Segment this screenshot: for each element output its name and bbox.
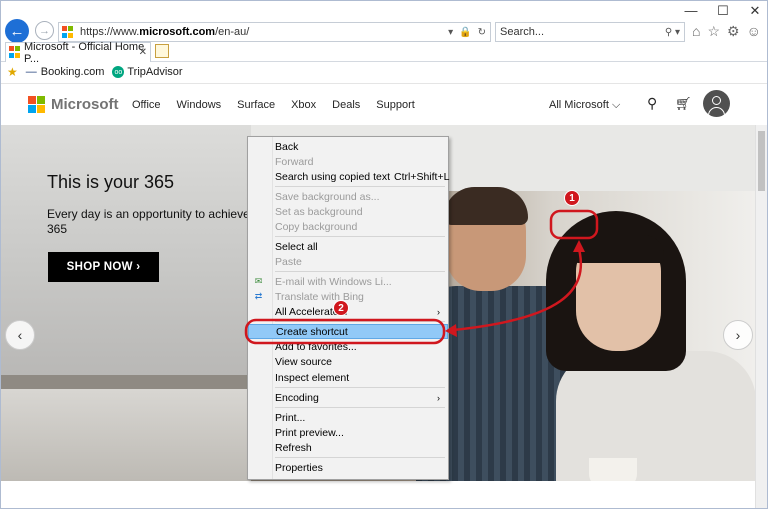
hero-subtitle-2: 365 [47,222,68,236]
favorites-bar: ★ — Booking.com oo TripAdvisor [1,63,767,81]
menu-separator [275,457,445,458]
step-1-badge: 1 [564,190,580,206]
nav-xbox[interactable]: Xbox [291,99,316,111]
menu-item-properties[interactable]: Properties [248,460,448,475]
maximize-icon[interactable]: ☐ [715,3,731,19]
home-icon[interactable]: ⌂ [692,23,700,40]
favorites-star-icon[interactable]: ☆ [707,23,720,40]
microsoft-logo-icon [28,96,45,113]
tab-close-icon[interactable]: ✕ [139,47,147,58]
favorite-booking[interactable]: — Booking.com [26,66,105,78]
menu-separator [275,387,445,388]
menu-item-inspect[interactable]: Inspect element [248,370,448,385]
nav-deals[interactable]: Deals [332,99,360,111]
chevron-left-icon: ‹ [17,327,23,343]
tab-title: Microsoft - Official Home P... [24,40,145,65]
menu-separator [275,186,445,187]
menu-item-print[interactable]: Print... [248,410,448,425]
menu-item-create-shortcut[interactable]: Create shortcut [248,324,448,339]
menu-item-back[interactable]: Back [248,139,448,154]
menu-item-email[interactable]: ✉ E-mail with Windows Li... [248,274,448,289]
scrollbar-thumb[interactable] [758,131,765,191]
arrow-left-icon: ← [9,22,25,40]
address-bar-icons: ▾ 🔒 ↻ [448,27,486,38]
shop-now-button[interactable]: SHOP NOW › [48,252,159,282]
lock-icon[interactable]: 🔒 [459,27,471,38]
nav-windows[interactable]: Windows [177,99,222,111]
nav-office[interactable]: Office [132,99,161,111]
hero-text: This is your 365 Every day is an opportu… [47,172,262,236]
menu-item-copy-background[interactable]: Copy background [248,219,448,234]
browser-window: — ☐ ✕ ← → https://www.microsoft.com/en-a… [0,0,768,509]
email-icon: ✉ [254,276,263,286]
tab-favicon [9,46,21,58]
hero-title: This is your 365 [47,172,175,192]
menu-item-add-favorites[interactable]: Add to favorites... [248,339,448,354]
search-icon[interactable]: ⚲ [647,95,657,112]
close-icon[interactable]: ✕ [747,3,763,19]
submenu-arrow-icon: › [437,306,440,317]
menu-item-forward[interactable]: Forward [248,154,448,169]
submenu-arrow-icon: › [437,392,440,403]
minimize-icon[interactable]: — [683,3,699,19]
arrow-right-icon: → [39,24,50,37]
url-text: https://www.microsoft.com/en-au/ [80,26,250,38]
forward-button[interactable]: → [35,21,54,40]
nav-support[interactable]: Support [376,99,415,111]
new-tab-button[interactable] [155,44,169,58]
vertical-scrollbar[interactable] [755,125,767,508]
menu-item-refresh[interactable]: Refresh [248,440,448,455]
search-input[interactable]: Search... ⚲ ▾ [495,22,685,42]
menu-item-translate[interactable]: ⇄ Translate with Bing [248,289,448,304]
photo-woman [546,211,756,481]
avatar[interactable] [703,90,730,117]
booking-icon: — [25,66,37,78]
menu-item-print-preview[interactable]: Print preview... [248,425,448,440]
menu-item-save-background[interactable]: Save background as... [248,189,448,204]
favorite-tripadvisor[interactable]: oo TripAdvisor [112,66,183,78]
hero-subtitle: Every day is an opportunity to achieve w [47,207,262,221]
tab-bar: Microsoft - Official Home P... ✕ [1,40,767,65]
search-placeholder: Search... [500,26,545,38]
menu-separator [275,236,445,237]
menu-item-view-source[interactable]: View source [248,354,448,369]
settings-gear-icon[interactable]: ⚙ [727,23,740,40]
search-box-icons[interactable]: ⚲ ▾ [665,27,680,38]
translate-icon: ⇄ [254,291,263,301]
step-2-badge: 2 [333,300,349,316]
site-favicon [62,26,74,38]
site-nav: Office Windows Surface Xbox Deals Suppor… [132,99,431,111]
menu-item-select-all[interactable]: Select all [248,239,448,254]
carousel-prev-button[interactable]: ‹ [5,320,35,350]
cart-icon[interactable]: 🛒︎ [675,96,692,112]
menu-item-set-background[interactable]: Set as background [248,204,448,219]
menu-separator [275,321,445,322]
address-toolbar: — ☐ ✕ ← → https://www.microsoft.com/en-a… [1,1,767,43]
address-bar[interactable]: https://www.microsoft.com/en-au/ ▾ 🔒 ↻ [58,22,491,42]
nav-surface[interactable]: Surface [237,99,275,111]
brand-name: Microsoft [51,96,119,113]
menu-item-encoding[interactable]: Encoding › [248,390,448,405]
smiley-icon[interactable]: ☺ [747,23,761,40]
favorites-add-icon[interactable]: ★ [7,65,18,79]
dropdown-icon[interactable]: ▾ [448,27,453,38]
window-controls: — ☐ ✕ [683,3,763,19]
menu-item-paste[interactable]: Paste [248,254,448,269]
menu-separator [275,407,445,408]
back-button[interactable]: ← [5,19,29,43]
toolbar-icons: ⌂ ☆ ⚙ ☺ [692,23,761,40]
menu-item-search-copied[interactable]: Search using copied text Ctrl+Shift+L [248,169,450,184]
tab-microsoft[interactable]: Microsoft - Official Home P... ✕ [5,40,151,65]
site-header: Microsoft Office Windows Surface Xbox De… [1,83,767,125]
microsoft-logo[interactable]: Microsoft [28,96,119,113]
page-below-fold [1,481,755,508]
all-microsoft-menu[interactable]: All Microsoft ⌵ [549,99,620,112]
refresh-icon[interactable]: ↻ [478,27,486,38]
menu-shortcut: Ctrl+Shift+L [394,170,450,183]
menu-separator [275,271,445,272]
tripadvisor-icon: oo [112,66,125,78]
